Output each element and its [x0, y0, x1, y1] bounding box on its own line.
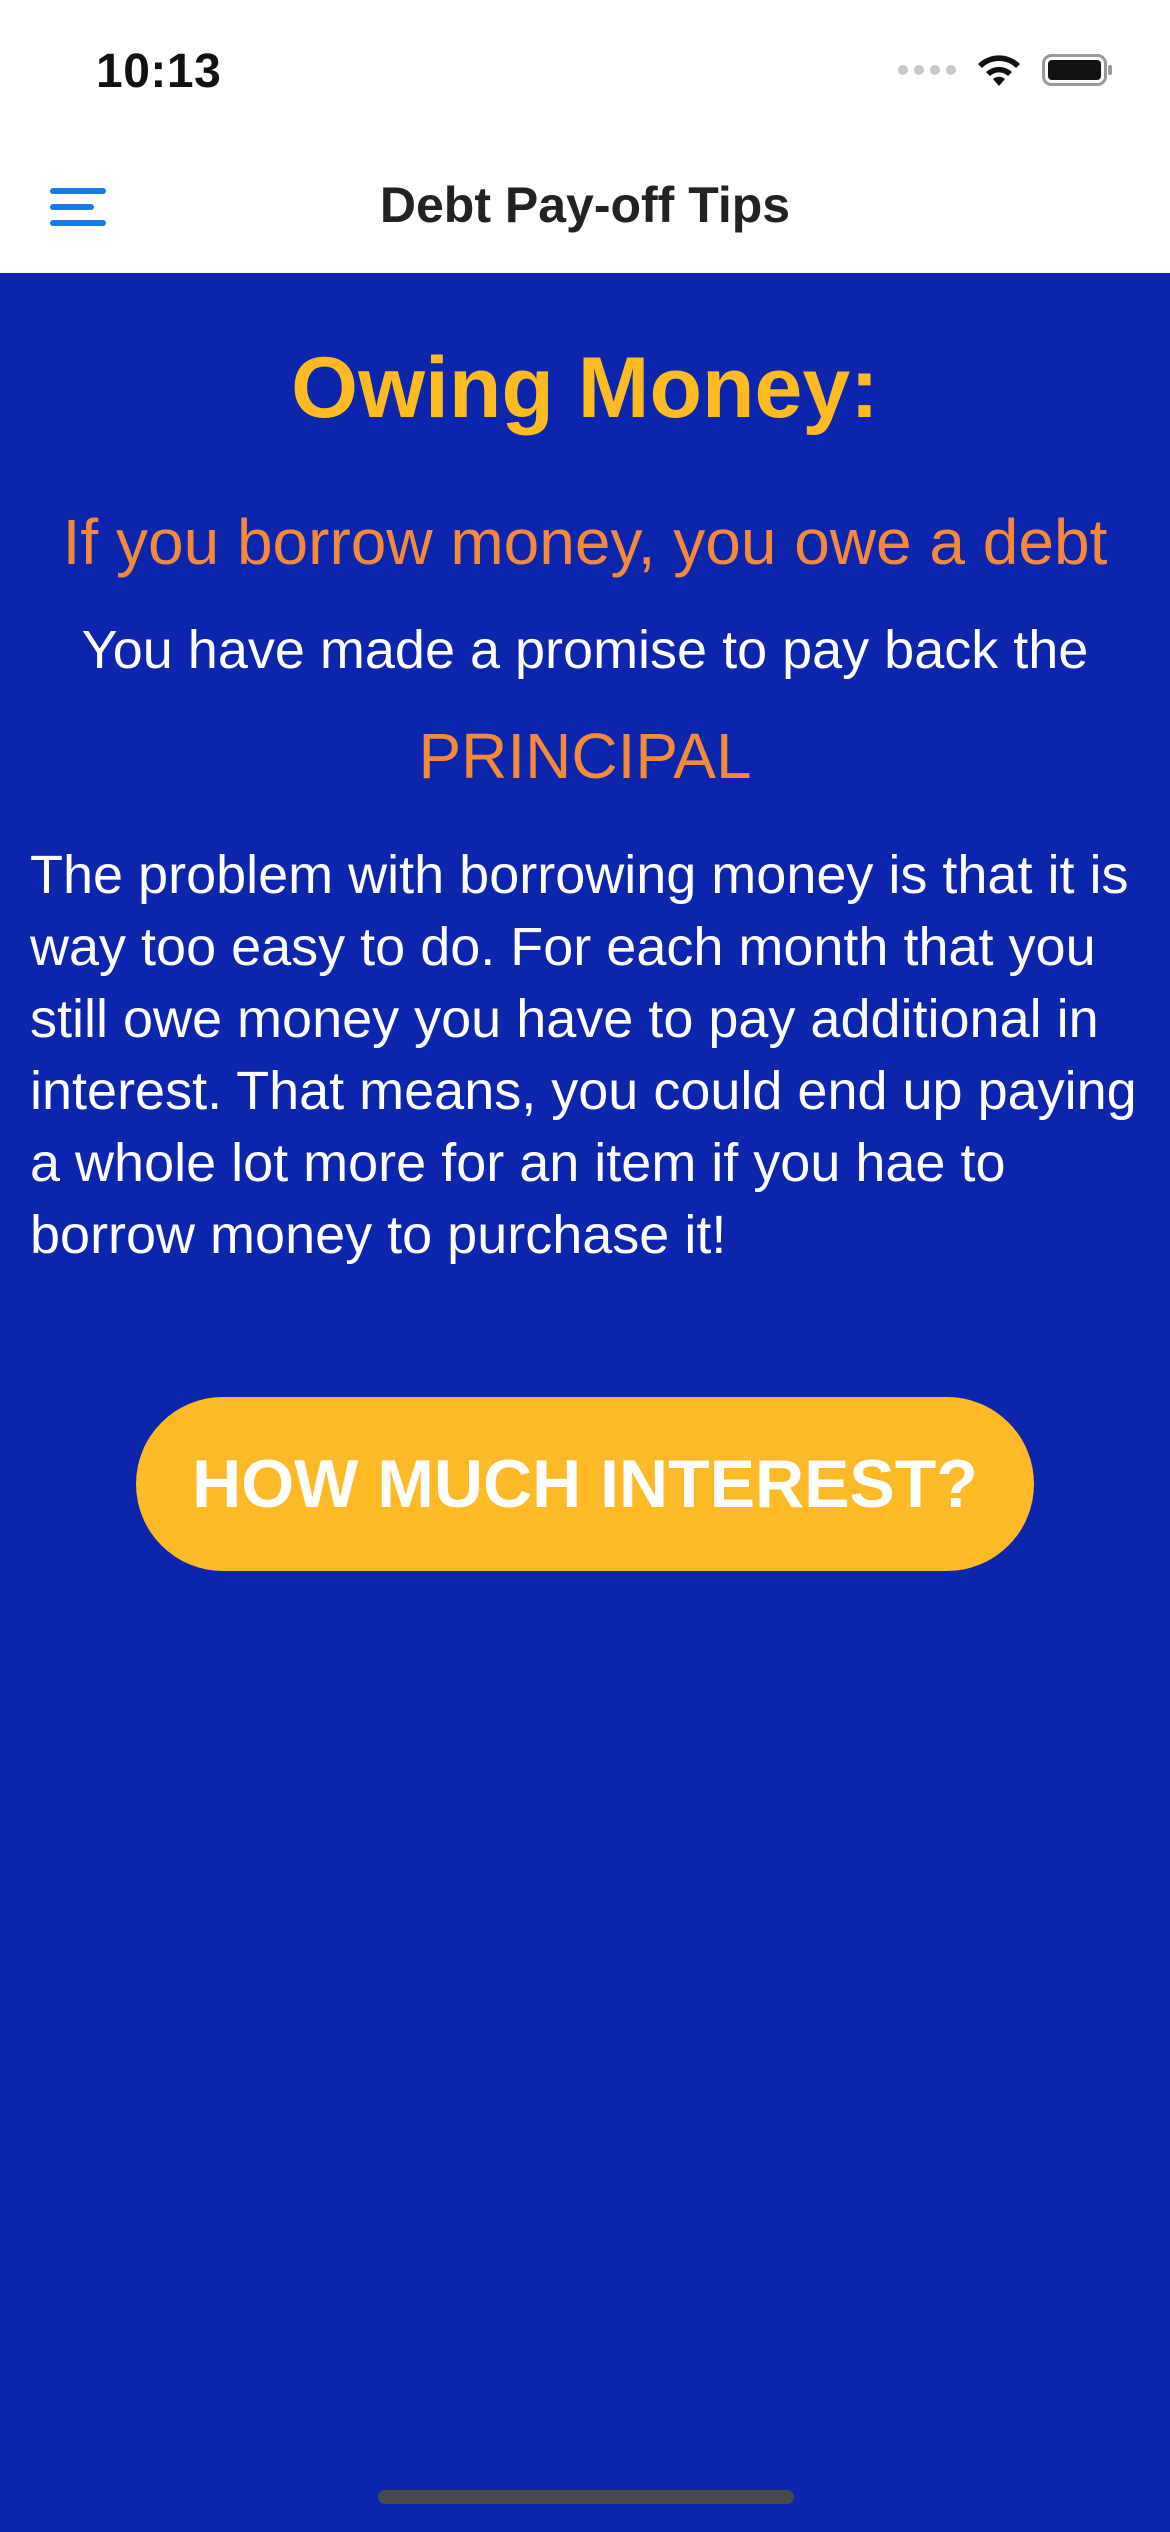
status-bar: 10:13 [0, 0, 1170, 140]
battery-icon [1042, 54, 1112, 86]
promise-text: You have made a promise to pay back the [81, 620, 1089, 680]
principal-label: PRINCIPAL [418, 720, 752, 792]
how-much-interest-button[interactable]: HOW MUCH INTEREST? [136, 1397, 1034, 1571]
status-time: 10:13 [96, 45, 222, 98]
navigation-bar: Debt Pay-off Tips [0, 140, 1170, 273]
cellular-signal-icon [898, 65, 956, 75]
main-content: Owing Money: If you borrow money, you ow… [0, 273, 1170, 2532]
explanation-paragraph: The problem with borrowing money is that… [30, 845, 1137, 1265]
wifi-icon [978, 55, 1020, 86]
page-title: Debt Pay-off Tips [379, 177, 791, 233]
status-icons [898, 52, 1114, 88]
home-indicator[interactable] [378, 2490, 794, 2504]
section-heading: Owing Money: [291, 340, 879, 436]
debt-subheading: If you borrow money, you owe a debt [62, 506, 1108, 578]
